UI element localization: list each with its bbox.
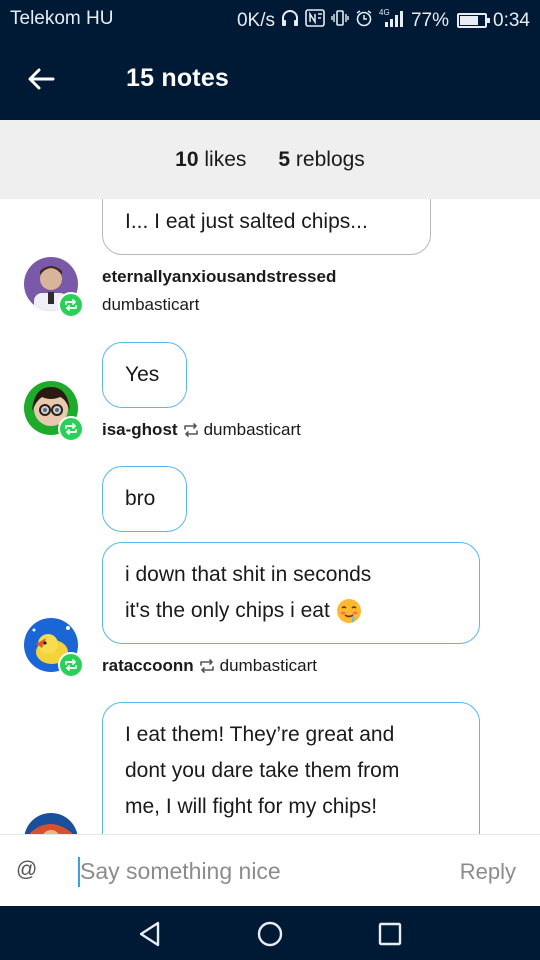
nav-recents-button[interactable] [374, 918, 406, 950]
network-type-label: 4G [379, 8, 390, 17]
reply-text: i down that shit in seconds [125, 563, 372, 586]
likes-count: 10 [175, 147, 199, 171]
network-speed: 0K/s [236, 9, 275, 31]
reblog-source[interactable]: dumbasticart [220, 656, 317, 676]
reblog-small-icon [183, 423, 198, 437]
reply-text: it's the only chips i eat [125, 599, 330, 622]
nav-home-button[interactable] [254, 918, 286, 950]
reblog-line: rataccoonn dumbasticart [102, 656, 317, 676]
reply-bubble: i down that shit in seconds it's the onl… [102, 542, 480, 644]
system-nav-bar [0, 906, 540, 960]
headphones-icon [281, 9, 299, 32]
alarm-icon [355, 9, 373, 32]
reply-bar: @ Reply [0, 834, 540, 906]
page-title: 15 notes [126, 64, 230, 92]
tab-likes[interactable]: 10 likes [175, 148, 246, 172]
reblogs-label: reblogs [295, 147, 365, 171]
triangle-back-icon [139, 921, 160, 947]
reblog-icon [65, 423, 77, 435]
reblog-source[interactable]: dumbasticart [204, 420, 301, 440]
reply-text: bro [125, 487, 156, 510]
reblog-badge [58, 416, 84, 442]
notes-list[interactable]: I... I eat just salted chips... eternall… [0, 199, 540, 834]
reply-input[interactable] [80, 853, 420, 889]
vibrate-icon [331, 9, 349, 32]
reblog-source[interactable]: dumbasticart [102, 295, 199, 315]
battery-percent: 77% [410, 9, 450, 31]
back-arrow-icon [28, 68, 55, 90]
status-icons: 0K/s 4G 77% 0:34 [237, 8, 530, 33]
reblog-badge [58, 652, 84, 678]
reply-bubble: I... I eat just salted chips... [102, 199, 431, 255]
nav-back-button[interactable] [134, 918, 166, 950]
reblog-small-icon [199, 659, 214, 673]
tab-reblogs[interactable]: 5 reblogs [278, 148, 364, 172]
reblog-badge [58, 292, 84, 318]
circle-home-icon [257, 921, 283, 947]
reply-text: I... I eat just salted chips... [125, 210, 368, 233]
reply-text: dont you dare take them from [125, 759, 400, 782]
reblog-icon [65, 659, 77, 671]
clock: 0:34 [493, 9, 530, 31]
avatar[interactable] [24, 813, 78, 834]
drooling-face-emoji-icon [336, 599, 361, 623]
reblogs-count: 5 [278, 147, 291, 171]
reblog-line: isa-ghost dumbasticart [102, 420, 301, 440]
username[interactable]: eternallyanxiousandstressed [102, 267, 336, 287]
app-header: 15 notes [0, 36, 540, 120]
back-button[interactable] [18, 56, 64, 102]
notes-tabs: 10 likes 5 reblogs [0, 120, 540, 199]
reply-text: I eat them! They’re great and [125, 723, 395, 746]
reply-bubble: I eat them! They’re great and dont you d… [102, 702, 480, 834]
reply-button[interactable]: Reply [460, 859, 516, 885]
battery-icon [457, 13, 491, 28]
reply-bubble: Yes [102, 342, 187, 408]
status-bar: Telekom HU 0K/s 4G 77% 0:34 [0, 0, 540, 36]
signal-icon: 4G [379, 8, 405, 33]
reply-text-line: it's the only chips i eat [125, 593, 457, 629]
reblog-icon [65, 299, 77, 311]
reply-text: me, I will fight for my chips! [125, 795, 378, 818]
username[interactable]: isa-ghost [102, 420, 178, 440]
reply-text: Yes [125, 363, 160, 386]
likes-label: likes [204, 147, 247, 171]
username[interactable]: rataccoonn [102, 656, 194, 676]
nfc-icon [305, 9, 325, 32]
square-recents-icon [378, 922, 402, 946]
carrier-name: Telekom HU [10, 8, 114, 29]
mention-button[interactable]: @ [16, 858, 37, 882]
reply-bubble: bro [102, 466, 187, 532]
